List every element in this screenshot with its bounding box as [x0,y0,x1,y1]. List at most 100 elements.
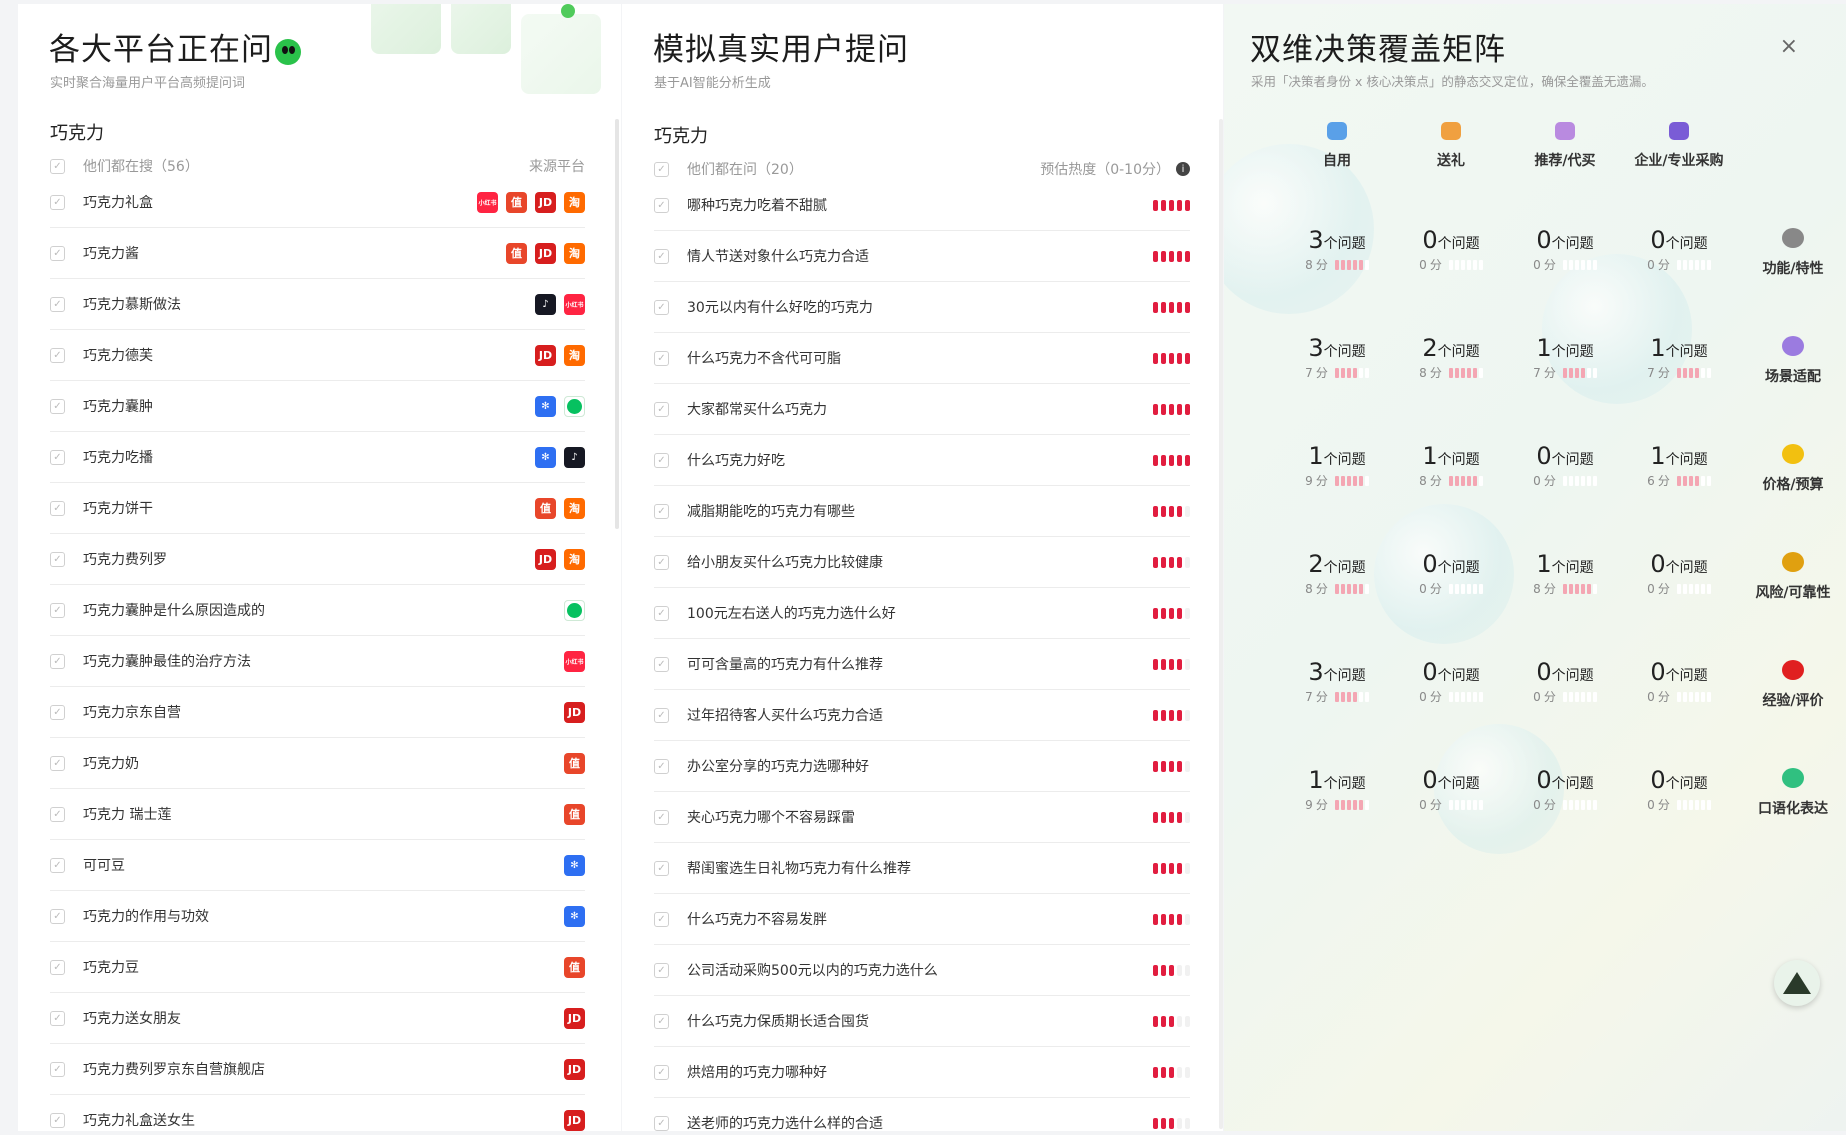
checkbox[interactable]: ✓ [654,503,669,519]
list-item[interactable]: ✓ 情人节送对象什么巧克力合适 [654,231,1190,282]
checkbox[interactable]: ✓ [50,1010,65,1026]
matrix-cell[interactable]: 1个问题 8 分 [1396,442,1506,489]
list-item[interactable]: ✓ 30元以内有什么好吃的巧克力 [654,282,1190,333]
list-item[interactable]: ✓ 巧克力奶 值 [50,738,585,789]
matrix-cell[interactable]: 0个问题 0 分 [1510,226,1620,273]
list-item[interactable]: ✓ 巧克力豆 值 [50,942,585,993]
select-all-checkbox[interactable]: ✓ [654,161,669,177]
checkbox[interactable]: ✓ [50,296,65,312]
matrix-cell[interactable]: 1个问题 8 分 [1510,550,1620,597]
list-item[interactable]: ✓ 大家都常买什么巧克力 [654,384,1190,435]
matrix-cell[interactable]: 1个问题 7 分 [1624,334,1734,381]
matrix-cell[interactable]: 1个问题 6 分 [1624,442,1734,489]
matrix-cell[interactable]: 1个问题 9 分 [1282,766,1392,813]
list-item[interactable]: ✓ 过年招待客人买什么巧克力合适 [654,690,1190,741]
list-item[interactable]: ✓ 夹心巧克力哪个不容易踩雷 [654,792,1190,843]
matrix-cell[interactable]: 0个问题 0 分 [1396,766,1506,813]
list-item[interactable]: ✓ 巧克力礼盒 小红书值 JD 淘 [50,177,585,228]
list-item[interactable]: ✓ 巧克力酱 值 JD 淘 [50,228,585,279]
list-item[interactable]: ✓ 巧克力饼干 值淘 [50,483,585,534]
list-item[interactable]: ✓ 送老师的巧克力选什么样的合适 [654,1098,1190,1131]
checkbox[interactable]: ✓ [654,1115,669,1131]
checkbox[interactable]: ✓ [50,1061,65,1077]
checkbox[interactable]: ✓ [654,197,669,213]
list-item[interactable]: ✓ 巧克力礼盒送女生 JD [50,1095,585,1131]
select-all-checkbox[interactable]: ✓ [50,158,65,174]
list-item[interactable]: ✓ 减脂期能吃的巧克力有哪些 [654,486,1190,537]
checkbox[interactable]: ✓ [50,704,65,720]
checkbox[interactable]: ✓ [50,194,65,210]
checkbox[interactable]: ✓ [654,248,669,264]
list-item[interactable]: ✓ 帮闺蜜选生日礼物巧克力有什么推荐 [654,843,1190,894]
list-item[interactable]: ✓ 什么巧克力保质期长适合囤货 [654,996,1190,1047]
list-item[interactable]: ✓ 烘焙用的巧克力哪种好 [654,1047,1190,1098]
checkbox[interactable]: ✓ [654,1013,669,1029]
matrix-cell[interactable]: 3个问题 8 分 [1282,226,1392,273]
checkbox[interactable]: ✓ [654,605,669,621]
checkbox[interactable]: ✓ [50,1112,65,1128]
list-item[interactable]: ✓ 巧克力费列罗京东自营旗舰店 JD [50,1044,585,1095]
close-button[interactable]: × [1780,34,1798,59]
list-item[interactable]: ✓ 巧克力慕斯做法 ♪ 小红书 [50,279,585,330]
matrix-cell[interactable]: 0个问题 0 分 [1396,550,1506,597]
info-icon[interactable]: i [1176,162,1190,176]
checkbox[interactable]: ✓ [50,908,65,924]
list-item[interactable]: ✓ 公司活动采购500元以内的巧克力选什么 [654,945,1190,996]
matrix-cell[interactable]: 3个问题 7 分 [1282,658,1392,705]
checkbox[interactable]: ✓ [50,449,65,465]
list-item[interactable]: ✓ 巧克力囊肿 ✻ [50,381,585,432]
list-item[interactable]: ✓ 巧克力吃播 ✻ ♪ [50,432,585,483]
list-item[interactable]: ✓ 哪种巧克力吃着不甜腻 [654,180,1190,231]
checkbox[interactable]: ✓ [654,656,669,672]
checkbox[interactable]: ✓ [654,401,669,417]
list-item[interactable]: ✓ 巧克力京东自营 JD [50,687,585,738]
matrix-cell[interactable]: 0个问题 0 分 [1510,766,1620,813]
matrix-cell[interactable]: 2个问题 8 分 [1396,334,1506,381]
matrix-cell[interactable]: 0个问题 0 分 [1624,550,1734,597]
checkbox[interactable]: ✓ [654,350,669,366]
checkbox[interactable]: ✓ [654,299,669,315]
matrix-cell[interactable]: 3个问题 7 分 [1282,334,1392,381]
matrix-cell[interactable]: 0个问题 0 分 [1510,658,1620,705]
list-item[interactable]: ✓ 巧克力费列罗 JD 淘 [50,534,585,585]
list-item[interactable]: ✓ 巧克力德芙 JD 淘 [50,330,585,381]
list-item[interactable]: ✓ 什么巧克力不容易发胖 [654,894,1190,945]
list-item[interactable]: ✓ 巧克力的作用与功效 ✻ [50,891,585,942]
list-item[interactable]: ✓ 巧克力 瑞士莲 值 [50,789,585,840]
checkbox[interactable]: ✓ [654,452,669,468]
checkbox[interactable]: ✓ [50,806,65,822]
checkbox[interactable]: ✓ [654,809,669,825]
matrix-cell[interactable]: 0个问题 0 分 [1624,766,1734,813]
list-item[interactable]: ✓ 可可含量高的巧克力有什么推荐 [654,639,1190,690]
checkbox[interactable]: ✓ [654,707,669,723]
checkbox[interactable]: ✓ [50,755,65,771]
matrix-cell[interactable]: 0个问题 0 分 [1396,658,1506,705]
list-item[interactable]: ✓ 100元左右送人的巧克力选什么好 [654,588,1190,639]
checkbox[interactable]: ✓ [654,554,669,570]
checkbox[interactable]: ✓ [654,911,669,927]
checkbox[interactable]: ✓ [50,398,65,414]
checkbox[interactable]: ✓ [50,602,65,618]
matrix-cell[interactable]: 0个问题 0 分 [1510,442,1620,489]
list-item[interactable]: ✓ 巧克力囊肿是什么原因造成的 [50,585,585,636]
scrollbar[interactable] [615,119,619,529]
matrix-cell[interactable]: 1个问题 9 分 [1282,442,1392,489]
checkbox[interactable]: ✓ [50,500,65,516]
matrix-cell[interactable]: 2个问题 8 分 [1282,550,1392,597]
checkbox[interactable]: ✓ [50,959,65,975]
list-item[interactable]: ✓ 什么巧克力不含代可可脂 [654,333,1190,384]
checkbox[interactable]: ✓ [654,1064,669,1080]
checkbox[interactable]: ✓ [50,857,65,873]
matrix-cell[interactable]: 0个问题 0 分 [1396,226,1506,273]
list-item[interactable]: ✓ 可可豆 ✻ [50,840,585,891]
list-item[interactable]: ✓ 巧克力囊肿最佳的治疗方法 小红书 [50,636,585,687]
checkbox[interactable]: ✓ [50,245,65,261]
list-item[interactable]: ✓ 巧克力送女朋友 JD [50,993,585,1044]
list-item[interactable]: ✓ 办公室分享的巧克力选哪种好 [654,741,1190,792]
checkbox[interactable]: ✓ [50,551,65,567]
checkbox[interactable]: ✓ [50,653,65,669]
matrix-cell[interactable]: 0个问题 0 分 [1624,658,1734,705]
checkbox[interactable]: ✓ [50,347,65,363]
assistant-float-button[interactable] [1774,960,1820,1006]
scrollbar[interactable] [1219,119,1223,1129]
